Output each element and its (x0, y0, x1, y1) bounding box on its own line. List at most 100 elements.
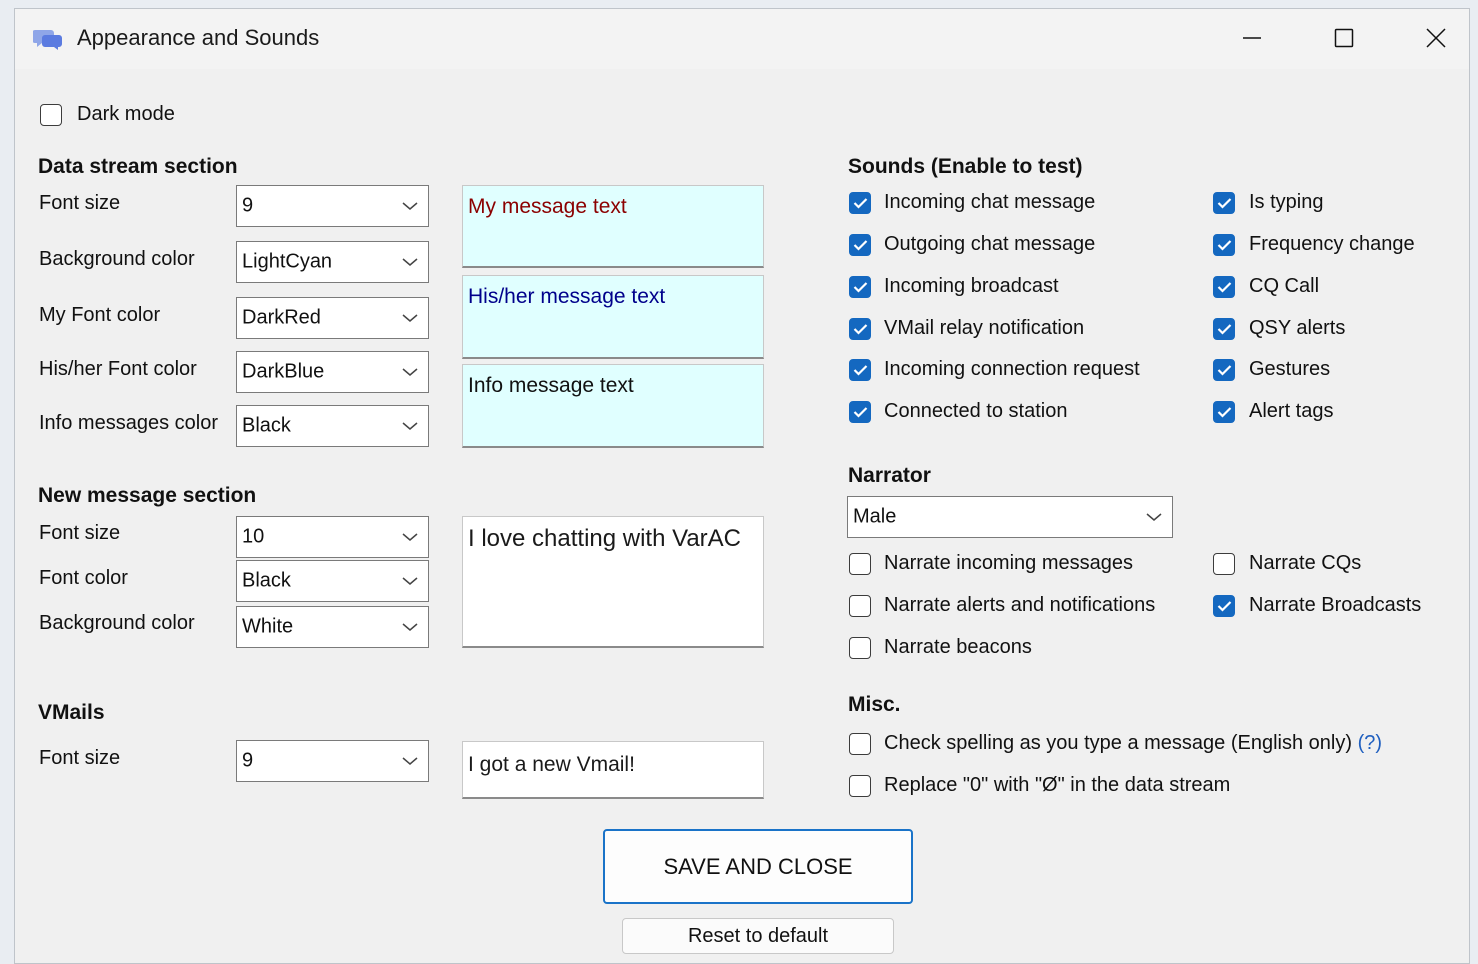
my-message-preview: My message text (462, 185, 764, 268)
maximize-button[interactable] (1321, 19, 1367, 57)
narrate-incoming-label: Narrate incoming messages (884, 552, 1133, 574)
checkmark-icon (1217, 601, 1232, 612)
sound-vmail-relay-label: VMail relay notification (884, 317, 1085, 339)
narrate-beacons-label: Narrate beacons (884, 636, 1032, 658)
vmail-preview: I got a new Vmail! (462, 741, 764, 799)
nm-font-color-value: Black (242, 569, 291, 592)
ds-background-color-select[interactable]: LightCyan (236, 241, 429, 283)
reset-to-default-button[interactable]: Reset to default (622, 918, 894, 954)
chevron-down-icon (402, 368, 418, 376)
chevron-down-icon (402, 202, 418, 210)
checkmark-icon (1217, 240, 1232, 251)
narrator-header: Narrator (848, 464, 931, 487)
checkmark-icon (853, 365, 868, 376)
dark-mode-checkbox[interactable] (40, 104, 62, 126)
nm-background-color-label: Background color (39, 612, 195, 634)
narrator-voice-select[interactable]: Male (847, 496, 1173, 538)
replace-zero-checkbox[interactable] (849, 775, 871, 797)
info-message-preview: Info message text (462, 364, 764, 448)
checkmark-icon (1217, 324, 1232, 335)
nm-font-size-value: 10 (242, 525, 265, 548)
ds-my-font-color-select[interactable]: DarkRed (236, 297, 429, 339)
ds-font-size-value: 9 (242, 194, 254, 217)
ds-info-color-select[interactable]: Black (236, 405, 429, 447)
ds-background-color-label: Background color (39, 248, 195, 270)
ds-his-font-color-select[interactable]: DarkBlue (236, 351, 429, 393)
spell-check-help-link[interactable]: (?) (1358, 732, 1382, 754)
narrate-alerts-checkbox[interactable] (849, 595, 871, 617)
chat-bubbles-icon (33, 30, 62, 50)
minimize-icon (1243, 37, 1261, 39)
ds-info-color-label: Info messages color (39, 412, 218, 434)
vm-font-size-label: Font size (39, 747, 121, 769)
spell-check-label: Check spelling as you type a message (En… (884, 732, 1382, 755)
nm-font-size-select[interactable]: 10 (236, 516, 429, 558)
sound-cq-call-checkbox[interactable] (1213, 276, 1235, 298)
sound-outgoing-chat-checkbox[interactable] (849, 234, 871, 256)
replace-zero-label: Replace "0" with "Ø" in the data stream (884, 774, 1231, 796)
narrate-incoming-checkbox[interactable] (849, 553, 871, 575)
ds-his-font-color-label: His/her Font color (39, 358, 197, 380)
chevron-down-icon (402, 623, 418, 631)
sound-connected-station-label: Connected to station (884, 400, 1068, 422)
vmails-header: VMails (38, 701, 105, 724)
sound-alert-tags-label: Alert tags (1249, 400, 1334, 422)
sound-incoming-chat-label: Incoming chat message (884, 191, 1096, 213)
new-message-header: New message section (38, 484, 257, 507)
nm-background-color-select[interactable]: White (236, 606, 429, 648)
spell-check-checkbox[interactable] (849, 733, 871, 755)
new-message-preview[interactable]: I love chatting with VarAC (462, 516, 764, 648)
nm-font-size-label: Font size (39, 522, 121, 544)
sound-incoming-broadcast-checkbox[interactable] (849, 276, 871, 298)
chevron-down-icon (402, 314, 418, 322)
ds-font-size-select[interactable]: 9 (236, 185, 429, 227)
ds-his-font-color-value: DarkBlue (242, 360, 325, 383)
sound-gestures-label: Gestures (1249, 358, 1331, 380)
maximize-icon (1334, 28, 1354, 48)
title-bar[interactable]: Appearance and Sounds (15, 9, 1469, 69)
sound-vmail-relay-checkbox[interactable] (849, 318, 871, 340)
sound-connected-station-checkbox[interactable] (849, 401, 871, 423)
ds-my-font-color-label: My Font color (39, 304, 161, 326)
vm-font-size-value: 9 (242, 749, 254, 772)
close-button[interactable] (1413, 19, 1459, 57)
chevron-down-icon (402, 577, 418, 585)
nm-background-color-value: White (242, 615, 294, 638)
nm-font-color-label: Font color (39, 567, 128, 589)
narrate-cqs-checkbox[interactable] (1213, 553, 1235, 575)
narrate-beacons-checkbox[interactable] (849, 637, 871, 659)
checkmark-icon (853, 407, 868, 418)
checkmark-icon (853, 198, 868, 209)
data-stream-header: Data stream section (38, 155, 238, 178)
sound-incoming-chat-checkbox[interactable] (849, 192, 871, 214)
sound-frequency-change-checkbox[interactable] (1213, 234, 1235, 256)
chevron-down-icon (402, 422, 418, 430)
narrate-cqs-label: Narrate CQs (1249, 552, 1362, 574)
chevron-down-icon (1146, 513, 1162, 521)
sound-incoming-broadcast-label: Incoming broadcast (884, 275, 1059, 297)
checkmark-icon (1217, 198, 1232, 209)
sound-qsy-alerts-checkbox[interactable] (1213, 318, 1235, 340)
sound-gestures-checkbox[interactable] (1213, 359, 1235, 381)
chevron-down-icon (402, 533, 418, 541)
window-title: Appearance and Sounds (77, 25, 320, 50)
nm-font-color-select[interactable]: Black (236, 560, 429, 602)
checkmark-icon (1217, 365, 1232, 376)
checkmark-icon (853, 282, 868, 293)
his-message-preview: His/her message text (462, 275, 764, 359)
chevron-down-icon (402, 258, 418, 266)
sound-outgoing-chat-label: Outgoing chat message (884, 233, 1096, 255)
vm-font-size-select[interactable]: 9 (236, 740, 429, 782)
sound-incoming-connection-checkbox[interactable] (849, 359, 871, 381)
save-and-close-button[interactable]: SAVE AND CLOSE (603, 829, 913, 904)
sound-alert-tags-checkbox[interactable] (1213, 401, 1235, 423)
ds-font-size-label: Font size (39, 192, 121, 214)
checkmark-icon (853, 324, 868, 335)
appearance-window: Appearance and Sounds Dark mode Data str… (14, 8, 1470, 964)
minimize-button[interactable] (1229, 19, 1275, 57)
narrate-broadcasts-checkbox[interactable] (1213, 595, 1235, 617)
narrator-voice-value: Male (853, 505, 897, 528)
sound-is-typing-checkbox[interactable] (1213, 192, 1235, 214)
ds-info-color-value: Black (242, 414, 291, 437)
misc-header: Misc. (848, 693, 901, 716)
